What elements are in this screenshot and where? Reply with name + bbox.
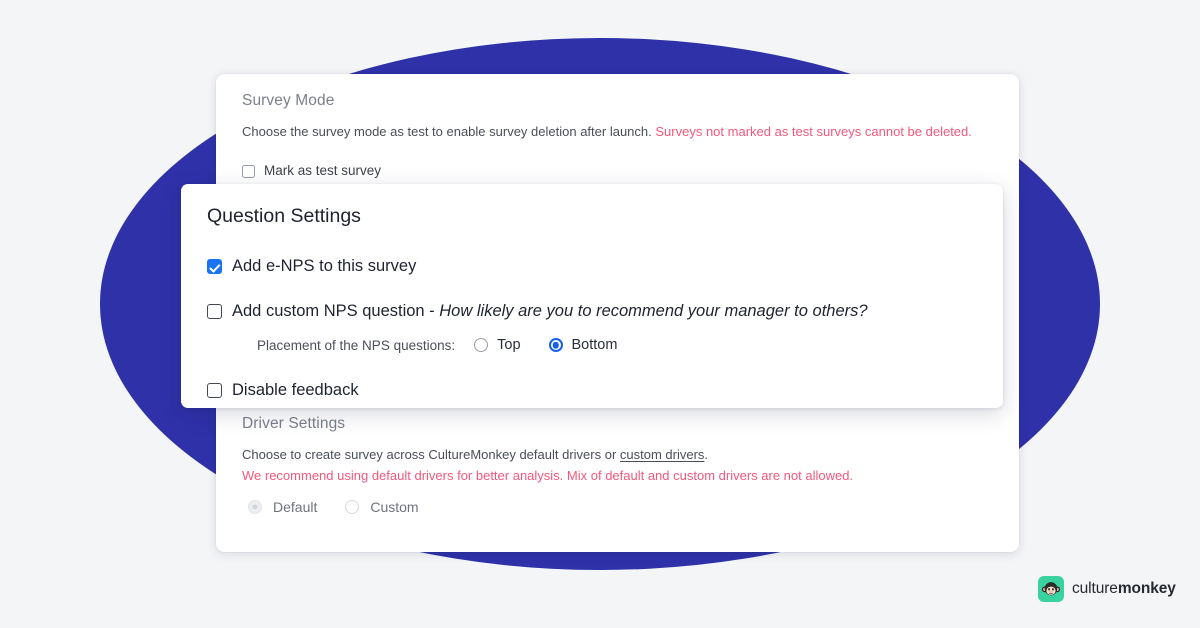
mark-as-test-survey-label: Mark as test survey	[264, 163, 382, 179]
driver-settings-section: Driver Settings Choose to create survey …	[242, 415, 993, 516]
driver-custom-radio[interactable]	[345, 500, 360, 515]
driver-settings-description: Choose to create survey across CultureMo…	[242, 446, 993, 465]
survey-mode-description-text: Choose the survey mode as test to enable…	[242, 123, 652, 139]
add-custom-nps-row[interactable]: Add custom NPS question - How likely are…	[207, 302, 977, 321]
custom-drivers-link[interactable]: custom drivers	[620, 447, 705, 462]
disable-feedback-row[interactable]: Disable feedback	[207, 381, 977, 400]
add-custom-nps-question-text: How likely are you to recommend your man…	[439, 302, 868, 321]
add-custom-nps-label: Add custom NPS question - How likely are…	[232, 302, 868, 321]
nps-placement-row[interactable]: Placement of the NPS questions: Top Bott…	[257, 337, 977, 353]
nps-placement-top-radio[interactable]	[474, 338, 489, 353]
driver-default-radio[interactable]	[248, 500, 262, 515]
culturemonkey-wordmark: culturemonkey	[1072, 580, 1176, 598]
add-enps-label: Add e-NPS to this survey	[232, 257, 417, 276]
nps-placement-option-top[interactable]: Top	[474, 337, 521, 354]
driver-custom-label: Custom	[370, 499, 419, 516]
add-custom-nps-checkbox[interactable]	[207, 304, 222, 320]
driver-settings-title: Driver Settings	[242, 415, 346, 432]
monkey-face-icon	[1038, 576, 1064, 602]
question-settings-title: Question Settings	[207, 205, 361, 227]
mark-as-test-survey-row[interactable]: Mark as test survey	[242, 164, 993, 178]
nps-placement-top-label: Top	[497, 337, 521, 354]
nps-placement-bottom-radio[interactable]	[548, 338, 563, 353]
nps-placement-label: Placement of the NPS questions:	[257, 337, 456, 353]
screenshot-stage: Survey Mode Choose the survey mode as te…	[0, 0, 1200, 628]
add-enps-checkbox[interactable]	[207, 259, 222, 275]
culturemonkey-logo: culturemonkey	[1038, 576, 1176, 602]
driver-settings-warning: We recommend using default drivers for b…	[242, 468, 854, 484]
survey-mode-section: Survey Mode Choose the survey mode as te…	[242, 92, 993, 178]
survey-mode-description: Choose the survey mode as test to enable…	[242, 123, 993, 142]
mark-as-test-survey-checkbox[interactable]	[242, 164, 255, 178]
driver-settings-description-prefix: Choose to create survey across CultureMo…	[242, 446, 620, 462]
driver-settings-description-suffix: .	[704, 446, 709, 462]
driver-option-custom[interactable]: Custom	[345, 499, 419, 516]
driver-default-label: Default	[273, 499, 318, 516]
logo-text-monkey: monkey	[1117, 580, 1176, 597]
add-custom-nps-label-prefix: Add custom NPS question -	[232, 302, 440, 321]
driver-type-radio-group[interactable]: Default Custom	[242, 499, 993, 516]
disable-feedback-checkbox[interactable]	[207, 383, 222, 399]
driver-option-default[interactable]: Default	[248, 499, 318, 516]
survey-mode-warning-text: Surveys not marked as test surveys canno…	[655, 123, 972, 139]
question-settings-card: Question Settings Add e-NPS to this surv…	[181, 184, 1003, 408]
nps-placement-bottom-label: Bottom	[571, 337, 618, 354]
survey-mode-title: Survey Mode	[242, 92, 335, 109]
add-enps-row[interactable]: Add e-NPS to this survey	[207, 257, 977, 276]
disable-feedback-label: Disable feedback	[232, 381, 359, 400]
logo-text-culture: culture	[1072, 580, 1118, 597]
nps-placement-option-bottom[interactable]: Bottom	[548, 337, 618, 354]
